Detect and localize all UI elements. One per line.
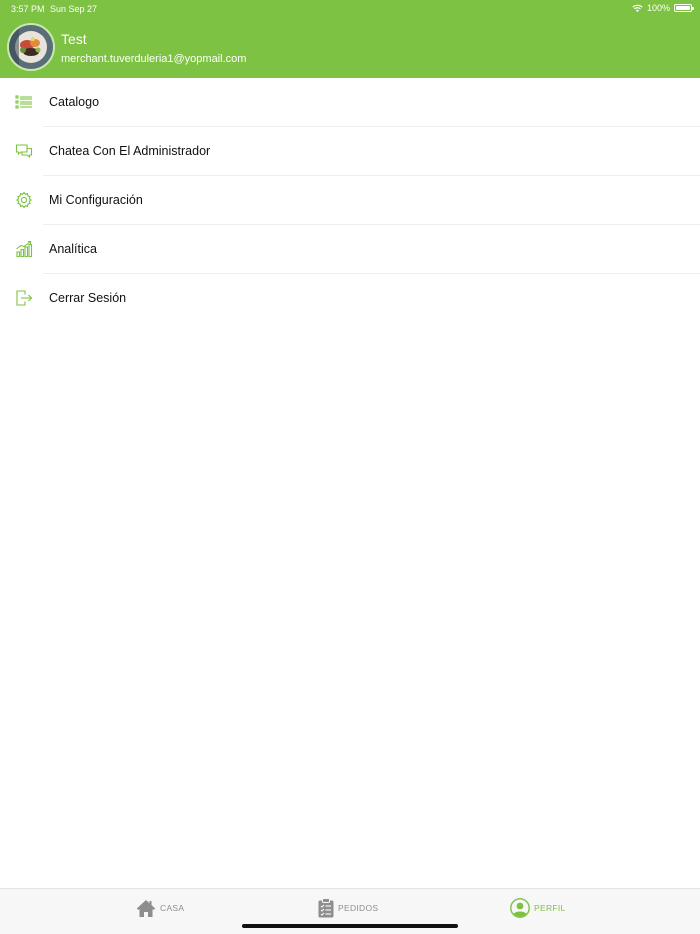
list-icon xyxy=(15,95,32,109)
menu-item-settings[interactable]: Mi Configuración xyxy=(0,176,700,225)
gear-icon xyxy=(16,191,32,209)
menu-item-label: Cerrar Sesión xyxy=(49,291,127,305)
battery-icon xyxy=(674,4,694,12)
wifi-icon xyxy=(632,4,643,12)
menu-item-analytics[interactable]: Analítica xyxy=(0,225,700,274)
user-icon xyxy=(510,898,530,918)
menu-item-logout[interactable]: Cerrar Sesión xyxy=(0,274,700,323)
profile-header: 3:57 PM Sun Sep 27 100% Test merchant.tu… xyxy=(0,0,700,78)
profile-email: merchant.tuverduleria1@yopmail.com xyxy=(61,53,247,65)
tab-casa[interactable]: CASA xyxy=(136,896,184,920)
home-icon xyxy=(136,899,156,917)
logout-icon xyxy=(16,290,33,306)
profile-menu: Catalogo Chatea Con El Administrador Mi … xyxy=(0,78,700,323)
tab-label: PEDIDOS xyxy=(338,903,379,913)
profile-name: Test xyxy=(61,31,87,47)
tab-perfil[interactable]: PERFIL xyxy=(510,896,566,920)
status-indicators: 100% xyxy=(632,3,694,13)
status-bar: 3:57 PM Sun Sep 27 100% xyxy=(0,0,700,18)
menu-item-chat-admin[interactable]: Chatea Con El Administrador xyxy=(0,127,700,176)
home-indicator[interactable] xyxy=(242,924,458,928)
status-time: 3:57 PM xyxy=(11,4,45,14)
tab-pedidos[interactable]: PEDIDOS xyxy=(318,896,378,920)
status-date: Sun Sep 27 xyxy=(50,4,98,14)
menu-item-label: Catalogo xyxy=(49,95,100,109)
menu-item-catalogo[interactable]: Catalogo xyxy=(0,78,700,127)
menu-item-label: Analítica xyxy=(49,242,97,256)
tab-label: PERFIL xyxy=(534,903,566,913)
analytics-icon xyxy=(16,240,33,258)
avatar-food-image xyxy=(9,25,53,69)
chat-icon xyxy=(15,144,33,159)
clipboard-icon xyxy=(318,898,334,918)
battery-percent: 100% xyxy=(646,3,670,13)
menu-item-label: Chatea Con El Administrador xyxy=(49,144,211,158)
avatar[interactable] xyxy=(7,23,55,71)
tab-label: CASA xyxy=(160,903,185,913)
menu-item-label: Mi Configuración xyxy=(49,193,143,207)
